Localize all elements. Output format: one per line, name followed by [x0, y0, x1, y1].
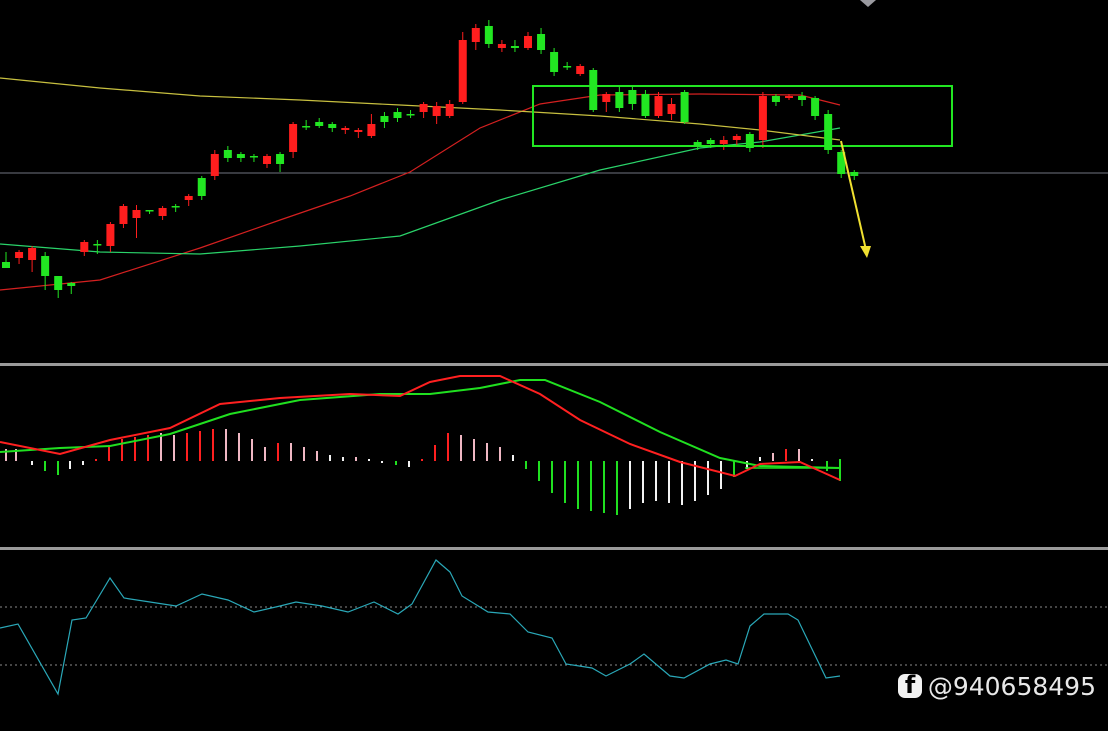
panel-separator [0, 547, 1108, 550]
candle-body [197, 178, 206, 196]
candle-body [667, 104, 676, 114]
ma-fast-line [0, 93, 841, 291]
candle-body [380, 116, 389, 122]
candle-body [132, 210, 141, 218]
candle-body [210, 154, 219, 176]
oscillator-line [0, 559, 841, 696]
candle-body [524, 36, 532, 48]
candle-body [393, 112, 402, 118]
candle-body [484, 26, 493, 44]
panel-separator [0, 363, 1108, 366]
candle-body [576, 66, 585, 74]
candle-body [289, 124, 298, 152]
candle-body [223, 150, 232, 158]
candle-body [106, 224, 115, 246]
candle-body [2, 262, 10, 268]
candle-body [263, 156, 271, 164]
candle-body [276, 154, 285, 164]
candle-body [67, 283, 76, 286]
candle-body [602, 94, 611, 102]
candle-body [236, 154, 245, 158]
candle-body [328, 124, 337, 128]
candle-body [497, 44, 506, 48]
watermark: @940658495 [897, 669, 1096, 703]
candle-body [354, 130, 363, 132]
candle-body [850, 172, 859, 176]
candle-body [184, 196, 193, 200]
candle-body [798, 96, 807, 100]
candle-body [471, 28, 480, 42]
candle-body [432, 106, 441, 116]
candle-body [302, 126, 311, 128]
candle-body [315, 122, 324, 126]
candle-body [367, 124, 376, 136]
candle-body [158, 208, 167, 216]
candle-body [563, 66, 572, 68]
macd-dif-line [0, 375, 841, 481]
candle-body [732, 136, 741, 140]
candle-body [758, 96, 767, 140]
candle-body [28, 248, 37, 260]
candle-body [771, 96, 780, 102]
candle-body [628, 90, 637, 104]
candle-body [811, 98, 820, 116]
facebook-icon [897, 671, 922, 699]
stock-chart [0, 0, 1108, 696]
candle-body [510, 46, 519, 48]
candle-body [41, 256, 50, 276]
candle-body [406, 114, 415, 116]
candle-body [171, 206, 180, 208]
trend-arrow-head [860, 246, 871, 258]
candle-body [249, 156, 258, 158]
candle-body [445, 104, 454, 116]
top-marker [860, 0, 876, 7]
candle-body [641, 94, 650, 116]
candle-body [341, 128, 350, 130]
trend-arrow-shaft [840, 140, 867, 251]
candle-body [54, 276, 63, 290]
price-panel [0, 20, 1108, 298]
candle-body [458, 40, 467, 102]
candle-body [419, 104, 428, 112]
candle-body [15, 252, 24, 258]
candle-body [537, 34, 546, 50]
watermark-handle: @940658495 [927, 671, 1096, 701]
candle-body [719, 140, 728, 144]
candle-body [785, 96, 793, 98]
overlay [0, 0, 1108, 550]
macd-dea-line [0, 379, 841, 469]
macd-panel [0, 375, 841, 515]
candle-body [706, 140, 715, 144]
candle-body [654, 96, 663, 116]
candle-body [589, 70, 598, 110]
candle-body [824, 114, 833, 150]
candle-body [680, 92, 689, 122]
candle-body [615, 92, 624, 108]
candle-body [93, 244, 102, 246]
candle-body [145, 210, 154, 212]
candle-body [550, 52, 559, 72]
candle-body [80, 242, 89, 252]
candle-body [119, 206, 128, 224]
